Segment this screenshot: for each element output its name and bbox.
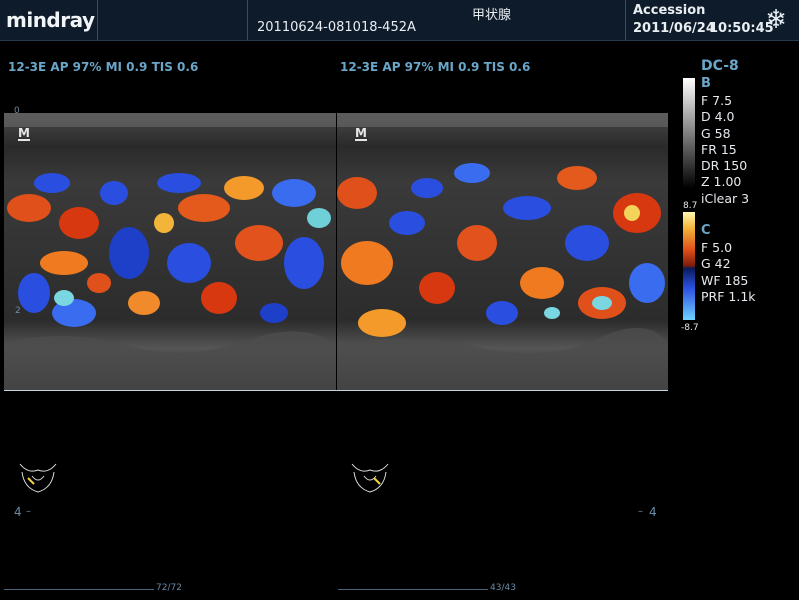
right-marker: M bbox=[355, 126, 367, 141]
b-param-frequency: F 7.5 bbox=[701, 93, 733, 108]
left-thyroid-bodymark-icon bbox=[19, 463, 57, 493]
c-param-gain: G 42 bbox=[701, 256, 731, 272]
header-divider bbox=[625, 0, 626, 40]
color-scale-min: -8.7 bbox=[681, 323, 699, 333]
snowflake-icon[interactable]: ❄ bbox=[765, 5, 787, 35]
c-param-frequency: F 5.0 bbox=[701, 240, 733, 255]
preset-label: DC-8 bbox=[701, 58, 739, 74]
accession-label: Accession bbox=[633, 3, 706, 18]
b-param-zoom: Z 1.00 bbox=[701, 174, 742, 190]
left-ultrasound-image[interactable]: M bbox=[4, 113, 336, 390]
b-param-depth: D 4.0 bbox=[701, 109, 735, 125]
exam-time: 10:50:45 bbox=[709, 21, 774, 36]
b-mode-params: F 7.5 D 4.0 G 58 FR 15 DR 150 Z 1.00 iCl… bbox=[701, 93, 749, 207]
exam-date: 2011/06/24 bbox=[633, 21, 715, 36]
brand-logo: mindray bbox=[6, 8, 95, 32]
left-marker: M bbox=[18, 126, 30, 141]
b-param-frame-rate: FR 15 bbox=[701, 141, 737, 157]
header-divider bbox=[97, 0, 98, 40]
left-frame-counter: 72/72 bbox=[156, 583, 182, 593]
image-bottom-border bbox=[4, 390, 668, 391]
c-mode-params: F 5.0 G 42 WF 185 PRF 1.1k bbox=[701, 240, 756, 305]
left-doppler-view bbox=[4, 113, 336, 390]
color-velocity-bar bbox=[683, 212, 695, 320]
exam-type: 甲状腺 bbox=[472, 8, 512, 23]
left-depth-tick: – bbox=[26, 506, 31, 517]
right-thyroid-bodymark-icon bbox=[351, 463, 389, 493]
c-param-wall-filter: WF 185 bbox=[701, 272, 749, 288]
grayscale-bar bbox=[683, 78, 695, 188]
right-ultrasound-image[interactable]: M bbox=[337, 113, 668, 390]
right-depth-tick: – bbox=[638, 506, 643, 517]
right-depth-4: 4 bbox=[649, 505, 657, 519]
left-depth-4: 4 bbox=[14, 505, 22, 519]
patient-id: 20110624-081018-452A bbox=[257, 20, 416, 35]
right-frame-counter: 43/43 bbox=[490, 583, 516, 593]
b-param-gain: G 58 bbox=[701, 125, 731, 141]
right-doppler-view bbox=[337, 113, 668, 390]
left-depth-2: 2 bbox=[15, 306, 21, 316]
right-cine-bar[interactable] bbox=[338, 589, 488, 590]
color-scale-max: 8.7 bbox=[683, 201, 698, 211]
header-divider bbox=[247, 0, 248, 40]
b-param-iclear: iClear 3 bbox=[701, 190, 750, 206]
b-param-dynamic-range: DR 150 bbox=[701, 158, 748, 174]
right-image-params: 12-3E AP 97% MI 0.9 TIS 0.6 bbox=[340, 60, 531, 74]
left-cine-bar[interactable] bbox=[4, 589, 154, 590]
c-param-prf: PRF 1.1k bbox=[701, 288, 756, 304]
left-image-params: 12-3E AP 97% MI 0.9 TIS 0.6 bbox=[8, 60, 199, 74]
left-depth-0: 0 bbox=[14, 106, 20, 116]
header-bar: mindray 20110624-081018-452A 甲状腺 Accessi… bbox=[0, 0, 799, 41]
b-mode-label: B bbox=[701, 76, 711, 91]
c-mode-label: C bbox=[701, 223, 711, 238]
